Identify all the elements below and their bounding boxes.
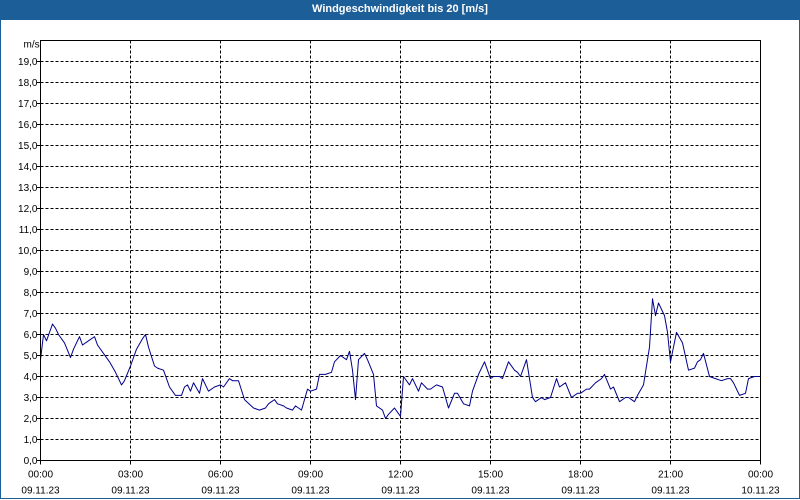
x-tick-time-label: 00:00 [748, 470, 773, 481]
x-tick-date-label: 09.11.23 [651, 486, 690, 497]
y-tick-label: 18,0 [18, 78, 38, 89]
x-tick-time-label: 21:00 [658, 470, 683, 481]
y-tick-label: 13,0 [18, 183, 38, 194]
y-tick-label: 10,0 [18, 246, 38, 257]
y-tick-label: 3,0 [24, 393, 38, 404]
x-tick-time-label: 00:00 [28, 470, 53, 481]
x-tick-date-label: 09.11.23 [561, 486, 600, 497]
y-tick-label: 16,0 [18, 120, 38, 131]
y-tick-label: 1,0 [24, 435, 38, 446]
grid-lines [40, 40, 761, 461]
y-tick-label: 14,0 [18, 162, 38, 173]
y-tick-label: 11,0 [19, 225, 38, 236]
y-tick-label: 17,0 [18, 99, 38, 110]
x-tick-date-label: 09.11.23 [471, 486, 510, 497]
x-tick-time-label: 06:00 [208, 470, 233, 481]
y-axis-ticks: 0,0 1,0 2,0 3,0 4,0 5,0 6,0 7,0 8,0 9,0 10,0 11,0 12… [18, 57, 41, 467]
x-tick-date-label: 09.11.23 [111, 486, 150, 497]
x-tick-date-label: 09.11.23 [21, 486, 60, 497]
y-tick-label: 12,0 [18, 204, 38, 215]
y-tick-label: 15,0 [18, 141, 38, 152]
y-tick-label: 9,0 [24, 267, 38, 278]
x-tick-date-label: 09.11.23 [291, 486, 330, 497]
y-axis-unit-label: m/s [24, 40, 40, 51]
x-tick-date-label: 09.11.23 [381, 486, 420, 497]
x-tick-time-label: 15:00 [478, 470, 503, 481]
y-tick-label: 8,0 [24, 288, 38, 299]
y-tick-label: 6,0 [24, 330, 38, 341]
y-tick-label: 2,0 [24, 414, 38, 425]
y-tick-label: 19,0 [18, 57, 38, 68]
x-tick-time-label: 03:00 [118, 470, 143, 481]
x-tick-date-label: 09.11.23 [201, 486, 240, 497]
x-tick-date-label: 10.11.23 [741, 486, 780, 497]
wind-speed-chart: 0,0 1,0 2,0 3,0 4,0 5,0 6,0 7,0 8,0 9,0 10,0 11,0 12… [18, 40, 780, 497]
x-axis-ticks: 00:00 09.11.23 03:00 09.11.23 06:00 09.11.23 0… [21, 460, 780, 497]
y-tick-label: 4,0 [24, 372, 38, 383]
y-tick-label: 5,0 [24, 351, 38, 362]
x-tick-time-label: 09:00 [298, 470, 323, 481]
y-tick-label: 0,0 [24, 456, 38, 467]
x-tick-time-label: 18:00 [568, 470, 593, 481]
y-tick-label: 7,0 [24, 309, 38, 320]
x-tick-time-label: 12:00 [388, 470, 413, 481]
